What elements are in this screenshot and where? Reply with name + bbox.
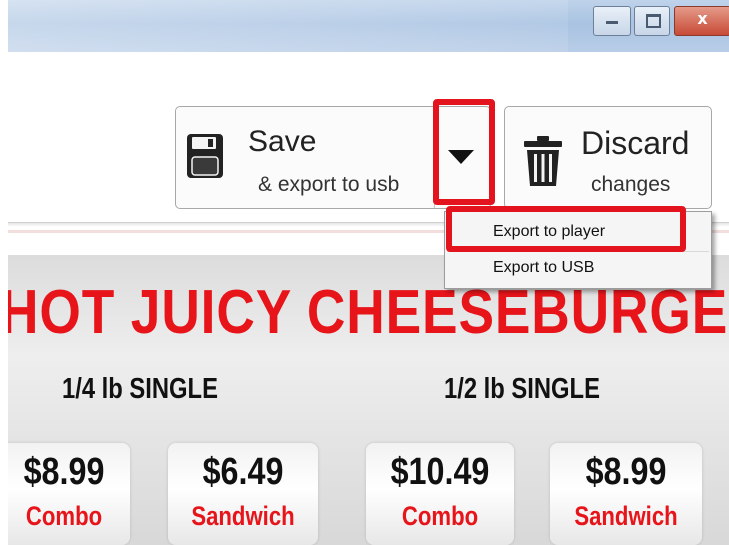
window-title-bar: x [8, 0, 729, 52]
price-card: $10.49 Combo [366, 443, 514, 545]
export-dropdown-menu: Export to player Export to USB [444, 211, 712, 289]
minimize-icon [606, 21, 618, 24]
menu-separator [447, 251, 709, 252]
price-value: $8.99 [585, 451, 667, 493]
price-label: Combo [401, 501, 479, 531]
split-button-separator [434, 107, 435, 208]
price-card: $6.49 Sandwich [168, 443, 318, 545]
section-heading: 1/2 lb SINGLE [444, 373, 600, 405]
price-value: $8.99 [23, 451, 105, 493]
menu-item-export-to-player[interactable]: Export to player [493, 223, 605, 241]
trash-icon [524, 136, 562, 186]
section-heading: 1/4 lb SINGLE [62, 373, 218, 405]
save-button-title: Save [248, 125, 317, 158]
caret-down-icon[interactable] [448, 150, 474, 164]
title-bar-background [8, 0, 568, 52]
save-button-subtitle: & export to usb [258, 173, 400, 196]
price-value: $6.49 [202, 451, 284, 493]
price-label: Combo [25, 501, 103, 531]
price-card: $8.99 Sandwich [550, 443, 702, 545]
price-card: $8.99 Combo [8, 443, 130, 545]
price-label: Sandwich [191, 501, 295, 531]
discard-changes-button[interactable]: Discard changes [504, 106, 712, 209]
close-button[interactable]: x [674, 6, 729, 36]
menu-board-preview: HOT JUICY CHEESEBURGER 1/4 lb SINGLE 1/2… [8, 255, 729, 545]
floppy-disk-icon [187, 134, 223, 178]
save-export-split-button[interactable]: Save & export to usb [175, 106, 491, 209]
discard-button-subtitle: changes [591, 173, 671, 196]
menu-item-export-to-usb[interactable]: Export to USB [493, 259, 594, 277]
minimize-button[interactable] [593, 6, 631, 36]
discard-button-title: Discard [581, 125, 690, 161]
maximize-button[interactable] [634, 6, 670, 36]
price-value: $10.49 [390, 451, 490, 493]
maximize-icon [646, 14, 661, 28]
price-label: Sandwich [574, 501, 678, 531]
close-icon: x [697, 9, 708, 28]
